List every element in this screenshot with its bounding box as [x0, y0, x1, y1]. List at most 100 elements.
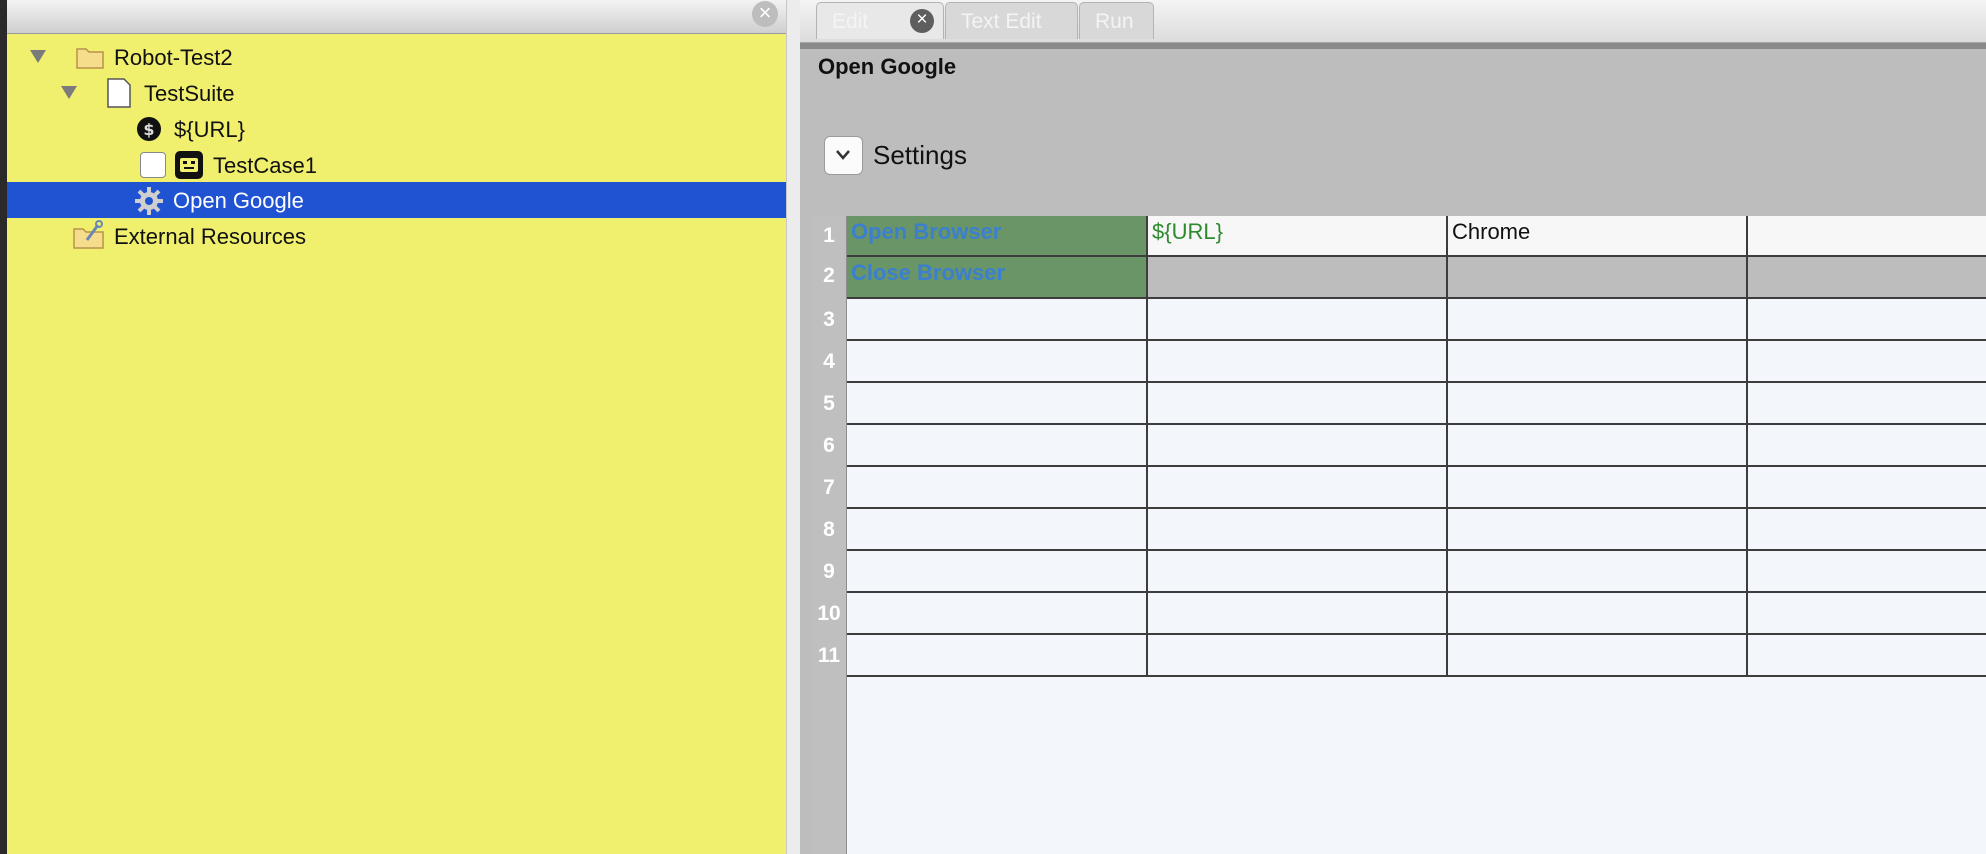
row-number[interactable]: 4 [812, 350, 846, 374]
argument-cell[interactable] [1748, 425, 1986, 465]
grid-empty-area [847, 677, 1986, 854]
argument-cell[interactable] [1748, 299, 1986, 339]
argument-cell[interactable] [1748, 509, 1986, 549]
cell-text: Chrome [1452, 219, 1531, 244]
tree-item-robot-test2[interactable]: Robot-Test2 [7, 39, 786, 75]
settings-label: Settings [873, 140, 967, 170]
keyword-cell[interactable] [847, 383, 1148, 423]
tree-item-label: TestCase1 [213, 153, 317, 178]
argument-cell[interactable] [1748, 593, 1986, 633]
row-number[interactable]: 1 [812, 224, 846, 248]
table-row [847, 425, 1986, 467]
tree-item-label: Robot-Test2 [114, 45, 233, 70]
tree-item-url-variable[interactable]: $ ${URL} [7, 111, 786, 147]
tab-text-edit[interactable]: Text Edit [945, 2, 1078, 39]
argument-cell[interactable] [1448, 509, 1748, 549]
keyword-cell[interactable] [847, 467, 1148, 507]
expand-triangle-icon[interactable] [30, 50, 46, 63]
keyword-cell[interactable]: Open Browser [847, 216, 1148, 255]
row-number[interactable]: 6 [812, 434, 846, 458]
tab-edit[interactable]: Edit × [816, 2, 944, 39]
row-number[interactable]: 11 [812, 644, 846, 668]
row-number[interactable]: 3 [812, 308, 846, 332]
gear-icon [135, 187, 163, 215]
argument-cell[interactable] [1148, 257, 1448, 297]
keyword-cell[interactable] [847, 341, 1148, 381]
keyword-cell[interactable] [847, 593, 1148, 633]
run-checkbox[interactable] [140, 152, 166, 178]
keyword-cell[interactable] [847, 635, 1148, 675]
page-title: Open Google [818, 54, 957, 79]
tree-item-label: Open Google [173, 188, 304, 213]
svg-text:$: $ [143, 120, 154, 139]
argument-cell[interactable] [1148, 383, 1448, 423]
argument-cell[interactable] [1148, 299, 1448, 339]
argument-cell[interactable] [1148, 635, 1448, 675]
file-icon [107, 78, 131, 108]
cell-text: ${URL} [1152, 219, 1223, 244]
argument-cell[interactable] [1748, 216, 1986, 255]
keyword-grid: 1 2 3 4 5 6 7 8 9 10 11 Open Browser ${U… [812, 216, 1986, 854]
tree-item-testsuite[interactable]: TestSuite [7, 75, 786, 111]
argument-cell[interactable] [1448, 425, 1748, 465]
argument-cell[interactable] [1748, 341, 1986, 381]
row-number-column: 1 2 3 4 5 6 7 8 9 10 11 [812, 216, 847, 854]
argument-cell[interactable] [1748, 635, 1986, 675]
tab-run[interactable]: Run [1079, 2, 1154, 39]
argument-cell[interactable] [1448, 593, 1748, 633]
row-number[interactable]: 9 [812, 560, 846, 584]
argument-cell[interactable] [1148, 509, 1448, 549]
argument-cell[interactable] [1148, 467, 1448, 507]
argument-cell[interactable] [1748, 467, 1986, 507]
tree-item-label: TestSuite [144, 81, 235, 106]
tree-item-label: ${URL} [174, 117, 245, 142]
row-number[interactable]: 8 [812, 518, 846, 542]
keyword-cell[interactable] [847, 299, 1148, 339]
row-number[interactable]: 10 [812, 602, 846, 626]
window-edge [0, 0, 7, 854]
argument-cell[interactable] [1148, 341, 1448, 381]
argument-cell[interactable] [1148, 551, 1448, 591]
close-icon[interactable]: × [752, 1, 778, 27]
keyword-cell[interactable]: Close Browser [847, 257, 1148, 297]
argument-cell[interactable]: ${URL} [1148, 216, 1448, 255]
row-number[interactable]: 5 [812, 392, 846, 416]
argument-cell[interactable] [1448, 383, 1748, 423]
table-row [847, 467, 1986, 509]
table-row [847, 299, 1986, 341]
tree-item-testcase1[interactable]: TestCase1 [7, 147, 786, 183]
keyword-cell[interactable] [847, 425, 1148, 465]
tree-item-external-resources[interactable]: External Resources [7, 218, 786, 254]
keyword-cell[interactable] [847, 509, 1148, 549]
tab-label: Text Edit [961, 10, 1042, 33]
argument-cell[interactable] [1748, 257, 1986, 297]
argument-cell[interactable] [1448, 299, 1748, 339]
argument-cell[interactable] [1148, 593, 1448, 633]
argument-cell[interactable] [1448, 341, 1748, 381]
editor-tab-bar: Edit × Text Edit Run [800, 0, 1986, 43]
argument-cell[interactable] [1448, 551, 1748, 591]
keyword-cell[interactable] [847, 551, 1148, 591]
argument-cell[interactable] [1148, 425, 1448, 465]
row-number[interactable]: 2 [812, 264, 846, 288]
argument-cell[interactable] [1448, 467, 1748, 507]
table-row: Open Browser ${URL} Chrome [847, 216, 1986, 257]
table-row [847, 341, 1986, 383]
table-row [847, 383, 1986, 425]
cell-text: Open Browser [851, 219, 1002, 244]
folder-icon [76, 48, 104, 69]
argument-cell[interactable] [1448, 257, 1748, 297]
project-tree-panel: × Robot-Test2 TestSuite $ ${URL} TestCas… [7, 0, 786, 854]
close-icon[interactable]: × [910, 9, 934, 33]
table-row [847, 635, 1986, 677]
argument-cell[interactable]: Chrome [1448, 216, 1748, 255]
robot-icon [175, 151, 203, 179]
tree-item-open-google[interactable]: Open Google [7, 182, 786, 218]
row-number[interactable]: 7 [812, 476, 846, 500]
expand-triangle-icon[interactable] [61, 86, 77, 99]
argument-cell[interactable] [1748, 383, 1986, 423]
argument-cell[interactable] [1748, 551, 1986, 591]
tree-item-label: External Resources [114, 224, 306, 249]
settings-toggle-button[interactable] [824, 136, 863, 175]
argument-cell[interactable] [1448, 635, 1748, 675]
